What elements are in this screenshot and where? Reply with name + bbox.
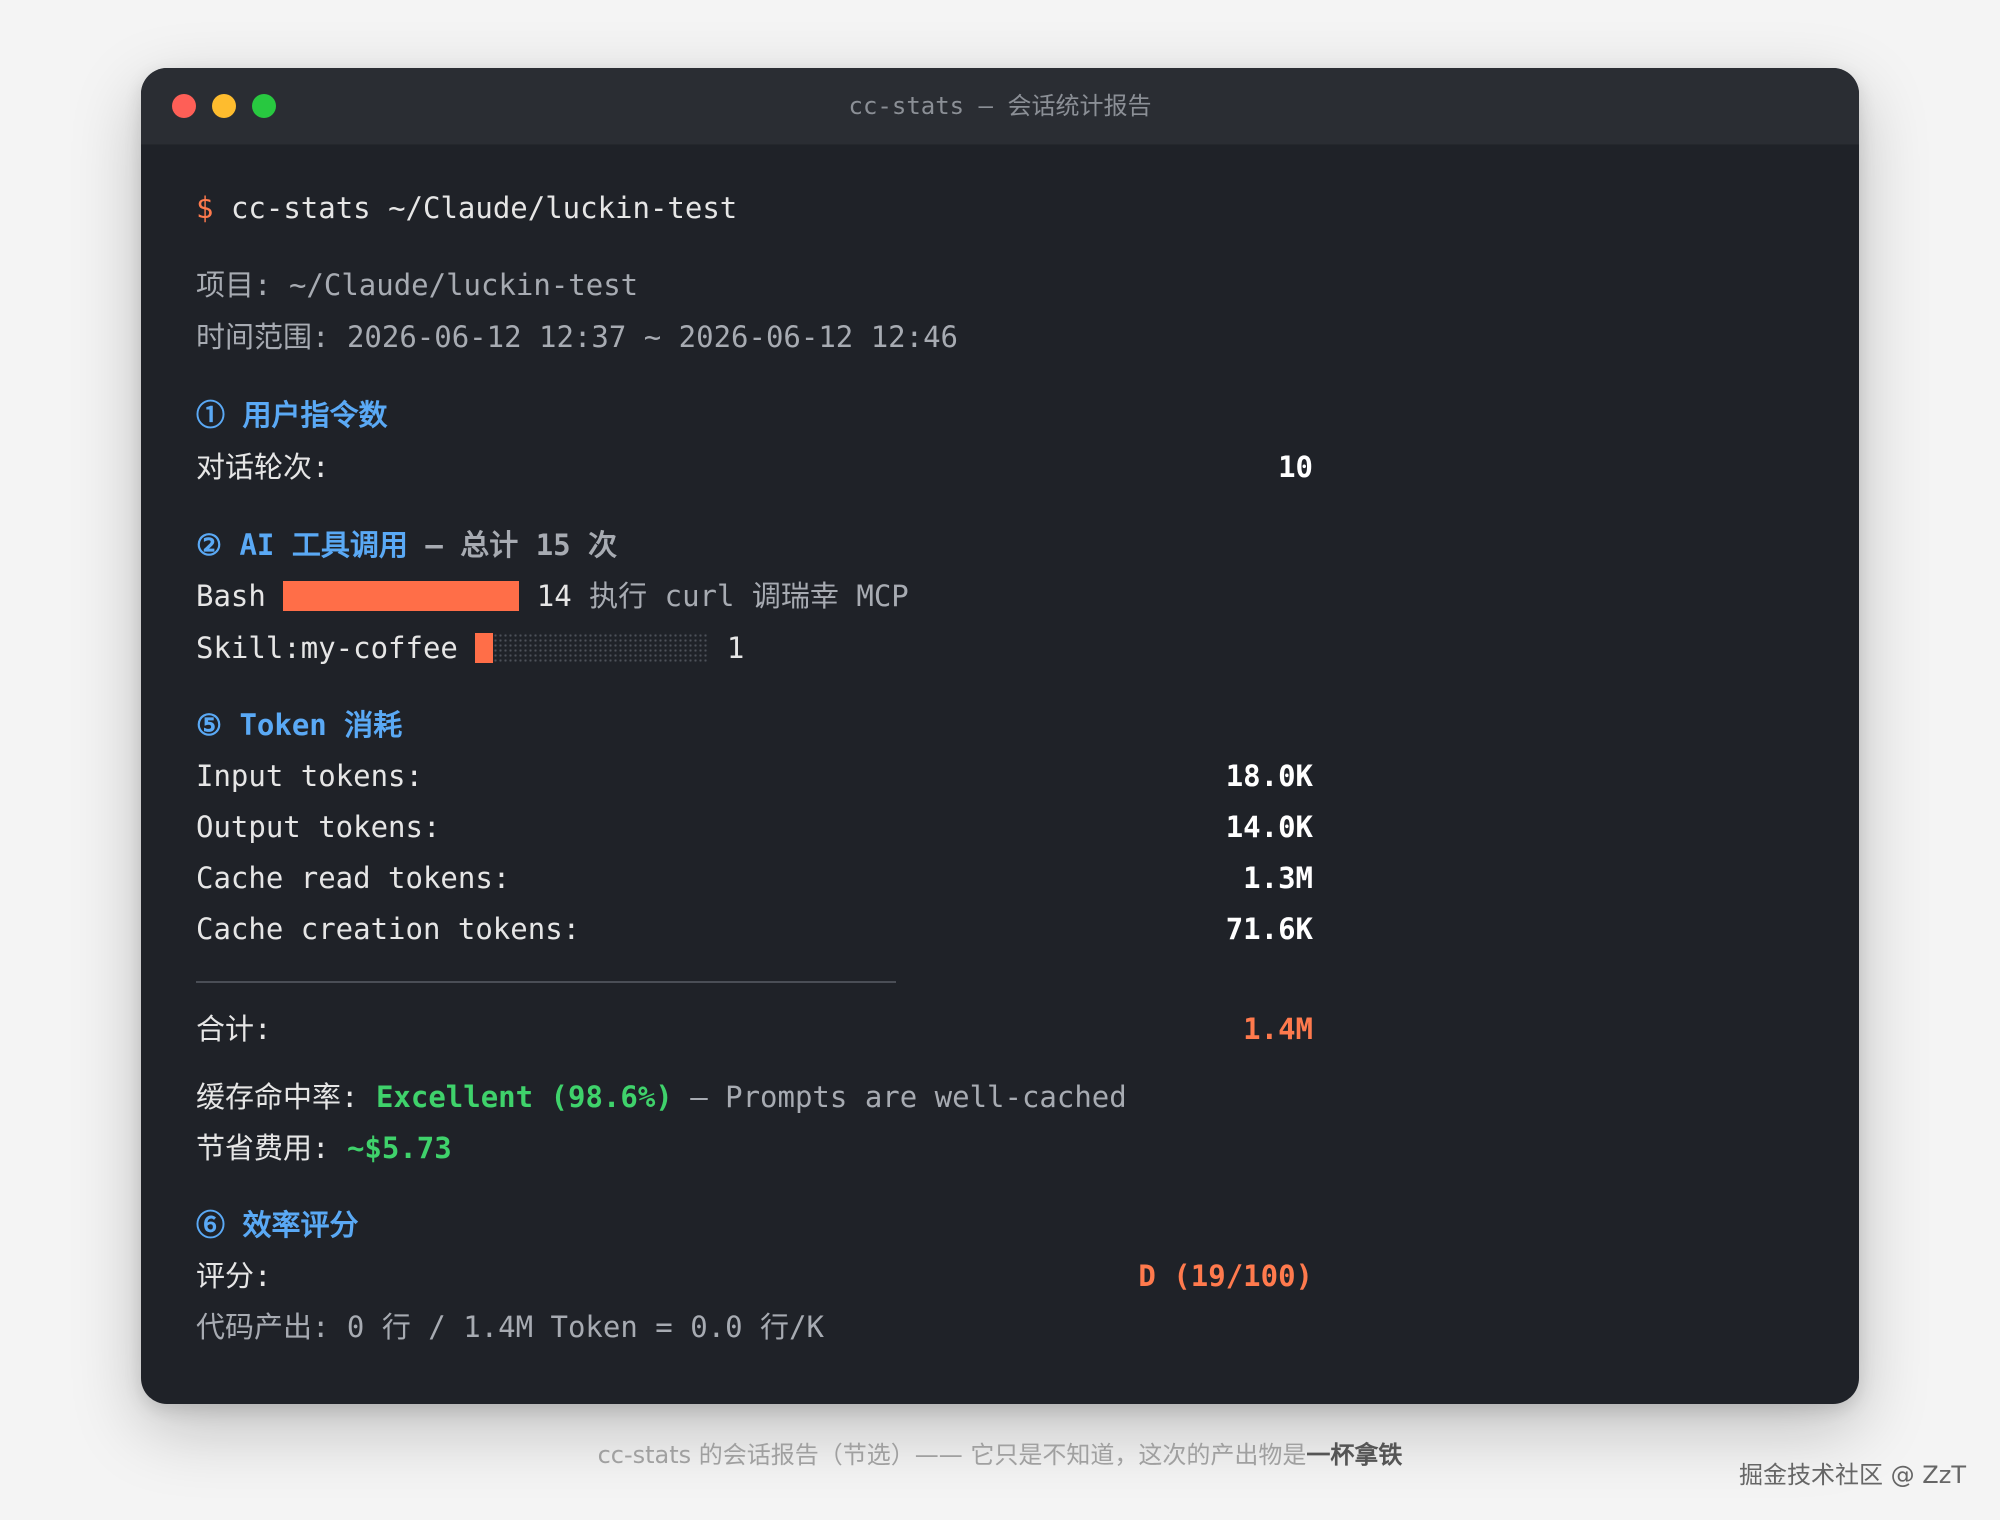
total-label: 合计: <box>196 1012 272 1046</box>
section-token-usage: ⑤ Token 消耗 <box>196 708 403 742</box>
token-row-label: Cache creation tokens: <box>196 912 581 946</box>
window-title: cc-stats — 会话统计报告 <box>848 92 1152 120</box>
caption-emphasis: 一杯拿铁 <box>1306 1441 1403 1469</box>
score-label: 评分: <box>196 1259 272 1293</box>
time-value: 2026-06-12 12:37 ~ 2026-06-12 12:46 <box>346 320 959 354</box>
tool-bar-empty <box>493 633 710 663</box>
token-row-label: Output tokens: <box>196 810 441 844</box>
saving-line: 节省费用: ~$5.73 <box>196 1128 452 1168</box>
section-ai-tools-total: — 总计 15 次 <box>425 528 618 562</box>
command-text: cc-stats ~/Claude/luckin-test <box>230 191 738 225</box>
tool-count: 14 <box>536 579 572 613</box>
saving-label: 节省费用: <box>196 1131 330 1165</box>
total-value: 1.4M <box>1243 1012 1313 1046</box>
watermark: 掘金技术社区 @ ZzT <box>1739 1461 1966 1489</box>
tool-name: Skill:my-coffee <box>196 631 458 665</box>
command-line: $ cc-stats ~/Claude/luckin-test <box>196 188 737 228</box>
section-user-commands: ① 用户指令数 <box>196 398 388 432</box>
tool-row-skill: Skill:my-coffee 1 <box>196 628 744 668</box>
tool-row-bash: Bash 14 执行 curl 调瑞幸 MCP <box>196 576 909 616</box>
time-range-line: 时间范围: 2026-06-12 12:37 ~ 2026-06-12 12:4… <box>196 317 958 357</box>
cache-label: 缓存命中率: <box>196 1080 359 1114</box>
section-ai-tools: ② AI 工具调用 — 总计 15 次 <box>196 525 617 565</box>
saving-value: ~$5.73 <box>346 1131 452 1165</box>
cache-note: — Prompts are well-cached <box>690 1080 1127 1114</box>
prompt-symbol: $ <box>196 191 214 225</box>
score-value: D (19/100) <box>1138 1259 1313 1293</box>
terminal-window: cc-stats — 会话统计报告 $ cc-stats ~/Claude/lu… <box>141 68 1859 1404</box>
token-row-value: 71.6K <box>1225 912 1313 946</box>
token-row-label: Input tokens: <box>196 759 423 793</box>
token-row-value: 1.3M <box>1243 861 1313 895</box>
token-row-value: 14.0K <box>1225 810 1313 844</box>
tool-bar-fill <box>283 581 520 611</box>
divider <box>196 981 896 983</box>
token-row-label: Cache read tokens: <box>196 861 511 895</box>
tool-name: Bash <box>196 579 266 613</box>
cache-hit-line: 缓存命中率: Excellent (98.6%) — Prompts are w… <box>196 1077 1127 1117</box>
tool-count: 1 <box>726 631 745 665</box>
rounds-value: 10 <box>1278 450 1313 484</box>
title-bar: cc-stats — 会话统计报告 <box>141 68 1859 145</box>
project-line: 项目: ~/Claude/luckin-test <box>196 265 638 305</box>
token-row-value: 18.0K <box>1225 759 1313 793</box>
tool-bar-fill <box>475 633 494 663</box>
cache-value: Excellent (98.6%) <box>375 1080 673 1114</box>
section-efficiency: ⑥ 效率评分 <box>196 1208 359 1242</box>
project-value: ~/Claude/luckin-test <box>288 268 639 302</box>
rounds-label: 对话轮次: <box>196 450 330 484</box>
tool-note: 执行 curl 调瑞幸 MCP <box>589 579 909 613</box>
caption-text: cc-stats 的会话报告（节选）—— 它只是不知道，这次的产出物是 <box>597 1441 1307 1469</box>
time-label: 时间范围: <box>196 320 330 354</box>
project-label: 项目: <box>196 268 272 302</box>
section-ai-tools-title: ② AI 工具调用 <box>196 528 408 562</box>
code-output-line: 代码产出: 0 行 / 1.4M Token = 0.0 行/K <box>196 1310 824 1344</box>
figure-caption: cc-stats 的会话报告（节选）—— 它只是不知道，这次的产出物是一杯拿铁 <box>0 1435 2000 1470</box>
